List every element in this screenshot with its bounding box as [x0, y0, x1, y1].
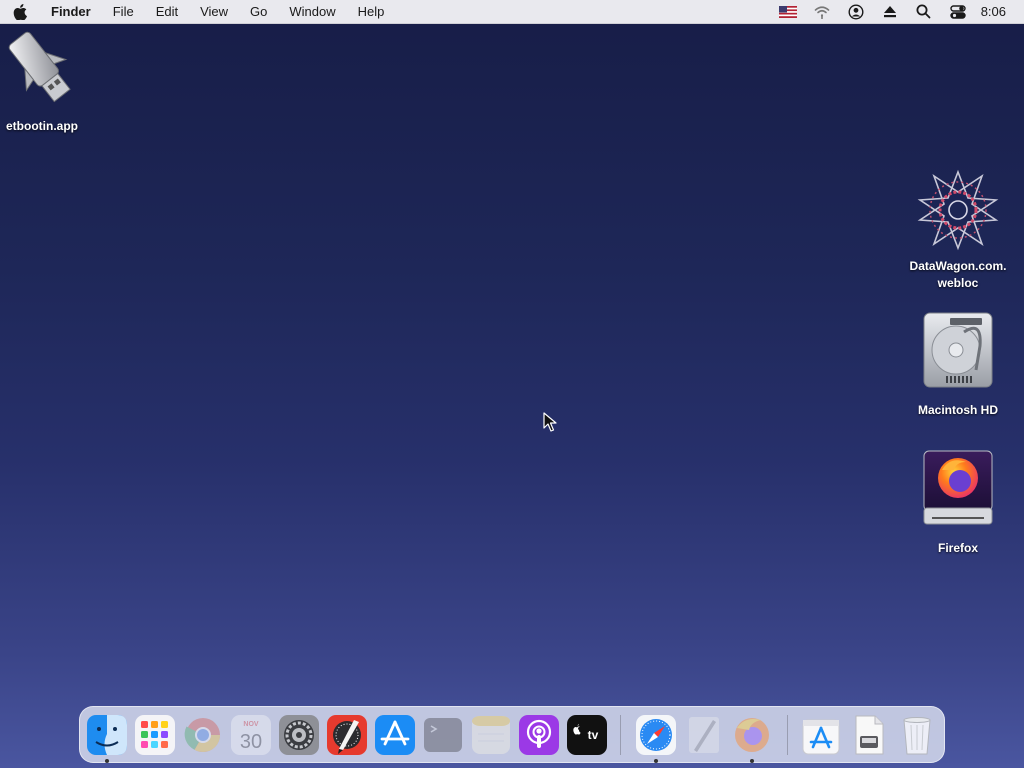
textedit-icon	[689, 717, 719, 753]
dock-separator	[787, 715, 788, 755]
notes-icon	[472, 716, 510, 754]
calendar-icon: NOV 30	[231, 715, 271, 755]
trash-icon	[903, 717, 931, 755]
launchpad-icon	[135, 715, 175, 755]
dock-item-system-preferences[interactable]	[278, 714, 320, 756]
finder-icon	[87, 715, 127, 755]
wifi-icon[interactable]	[805, 0, 839, 23]
running-indicator	[105, 759, 109, 763]
chrome-icon	[184, 718, 220, 752]
desktop-icon-label: DataWagon.com. webloc	[909, 259, 1007, 290]
menu-file[interactable]: File	[102, 0, 145, 23]
dock-separator	[620, 715, 621, 755]
user-icon[interactable]	[839, 0, 873, 23]
dock-item-apple-tv[interactable]: tv	[566, 714, 608, 756]
desktop-icon-label: Firefox	[937, 541, 978, 555]
document-icon	[855, 715, 884, 755]
script-editor-icon	[327, 715, 367, 755]
dock-item-podcasts[interactable]	[518, 714, 560, 756]
app-store-icon	[375, 715, 415, 755]
system-preferences-icon	[279, 715, 319, 755]
dock-item-chrome[interactable]	[182, 714, 224, 756]
menu-edit[interactable]: Edit	[145, 0, 189, 23]
apple-tv-icon: tv	[567, 715, 607, 755]
desktop-icon-label: Macintosh HD	[917, 403, 998, 417]
dock-item-app-store[interactable]	[374, 714, 416, 756]
calendar-month: NOV	[243, 721, 259, 728]
eject-icon[interactable]	[873, 0, 907, 23]
dock-item-script-editor[interactable]	[326, 714, 368, 756]
firefox-icon	[735, 718, 769, 752]
menu-view[interactable]: View	[189, 0, 239, 23]
desktop-icon-macintosh-hd[interactable]: Macintosh HD	[903, 310, 1013, 419]
menu-app-name[interactable]: Finder	[40, 0, 102, 23]
menu-bar-right: 8:06	[771, 0, 1024, 23]
menu-bar-left: Finder File Edit View Go Window Help	[0, 0, 395, 23]
desktop-icon-etbootin[interactable]: etbootin.app	[0, 28, 84, 135]
usb-drive-icon	[4, 28, 80, 108]
dock-item-safari[interactable]	[635, 714, 677, 756]
menu-clock[interactable]: 8:06	[975, 4, 1012, 19]
search-icon[interactable]	[907, 0, 941, 23]
safari-icon	[636, 715, 676, 755]
desktop-icon-label: etbootin.app	[6, 119, 78, 133]
webloc-icon	[916, 168, 1000, 252]
mouse-cursor-icon	[543, 412, 557, 437]
dock-item-trash[interactable]	[896, 714, 938, 756]
dock: NOV 30 tv	[79, 706, 945, 763]
dock-item-textedit[interactable]	[683, 714, 725, 756]
firefox-disk-icon	[920, 448, 996, 528]
dock-item-notes[interactable]	[470, 714, 512, 756]
dock-item-finder[interactable]	[86, 714, 128, 756]
apple-tv-label: tv	[588, 728, 599, 742]
dock-item-terminal[interactable]	[422, 714, 464, 756]
menu-bar: Finder File Edit View Go Window Help 8:0…	[0, 0, 1024, 24]
calendar-day: 30	[240, 731, 262, 753]
menu-window[interactable]: Window	[278, 0, 346, 23]
dock-item-document[interactable]	[848, 714, 890, 756]
hard-drive-icon	[920, 310, 996, 390]
dock-item-launchpad[interactable]	[134, 714, 176, 756]
app-store-download-icon	[802, 719, 840, 755]
menu-go[interactable]: Go	[239, 0, 278, 23]
dock-item-firefox[interactable]	[731, 714, 773, 756]
menu-help[interactable]: Help	[347, 0, 396, 23]
podcasts-icon	[519, 715, 559, 755]
terminal-icon	[424, 718, 462, 752]
desktop-icon-datawagon[interactable]: DataWagon.com. webloc	[898, 168, 1018, 292]
flag-us-icon[interactable]	[771, 0, 805, 23]
dock-item-calendar[interactable]: NOV 30	[230, 714, 272, 756]
running-indicator	[750, 759, 754, 763]
apple-menu-icon[interactable]	[0, 0, 40, 23]
desktop-icon-firefox[interactable]: Firefox	[903, 448, 1013, 557]
running-indicator	[654, 759, 658, 763]
control-center-icon[interactable]	[941, 0, 975, 23]
dock-item-app-store-download[interactable]	[800, 714, 842, 756]
